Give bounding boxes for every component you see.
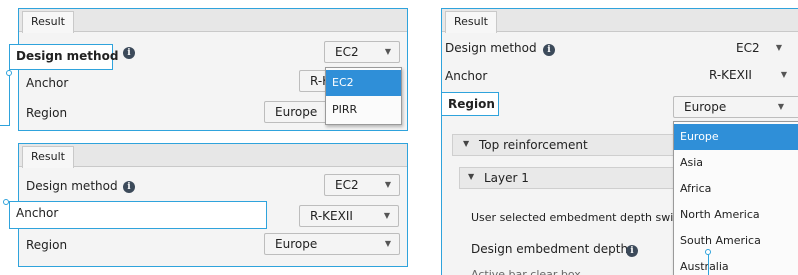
dropdown-option-asia[interactable]: Asia: [674, 150, 798, 176]
callout-connector: [708, 254, 709, 275]
dropdown-option-pirr[interactable]: PIRR: [326, 97, 401, 123]
anchor-label: Anchor: [445, 69, 488, 83]
caret-down-icon: ▼: [383, 211, 390, 220]
info-icon[interactable]: i: [543, 44, 555, 56]
info-icon[interactable]: i: [123, 181, 135, 193]
design-method-value: EC2: [335, 45, 359, 59]
dropdown-option-south-america[interactable]: South America: [674, 228, 798, 254]
design-method-select[interactable]: EC2 ▼: [324, 174, 400, 196]
dropdown-option-ec2[interactable]: EC2: [326, 70, 401, 96]
region-value: Europe: [275, 105, 318, 119]
region-select[interactable]: Europe ▼: [264, 233, 400, 255]
region-select[interactable]: Europe ▼: [673, 96, 798, 118]
caret-down-icon: ▼: [775, 43, 782, 52]
region-value: Europe: [684, 100, 727, 114]
design-method-dropdown[interactable]: EC2 PIRR: [325, 67, 402, 125]
caret-down-icon: ▼: [777, 102, 784, 111]
caret-down-icon: ▼: [780, 70, 787, 79]
dropdown-option-north-america[interactable]: North America: [674, 202, 798, 228]
region-value: Europe: [275, 237, 318, 251]
caret-down-icon: ▼: [384, 239, 391, 248]
anchor-value: R-KEXII: [709, 68, 752, 82]
info-icon[interactable]: i: [626, 245, 638, 257]
design-method-callout: Design method: [9, 44, 118, 70]
design-method-label: Design method: [445, 41, 537, 55]
region-dropdown[interactable]: Europe Asia Africa North America South A…: [673, 121, 798, 275]
region-select[interactable]: Europe: [264, 101, 334, 123]
anchor-value: R-KEXII: [310, 209, 353, 223]
section-title: Top reinforcement: [479, 138, 588, 152]
design-method-label: Design method: [26, 179, 118, 193]
dropdown-option-australia[interactable]: Australia: [674, 254, 798, 275]
callout-connector: [9, 70, 10, 125]
section-title: Layer 1: [484, 171, 529, 185]
callout-anchor-dot: [705, 249, 711, 255]
layer-section[interactable]: ▼ Layer 1: [459, 167, 692, 189]
callout-connector: [0, 125, 10, 126]
design-method-value: EC2: [335, 178, 359, 192]
info-icon[interactable]: i: [123, 47, 135, 59]
triangle-down-icon: ▼: [468, 172, 475, 181]
region-label: Region: [26, 238, 68, 252]
dropdown-option-europe[interactable]: Europe: [674, 124, 798, 150]
design-method-value: EC2: [736, 41, 760, 55]
anchor-select[interactable]: R-KEXII ▼: [699, 65, 798, 87]
panel-region: Result Design method i EC2 ▼ Anchor R-KE…: [441, 8, 798, 275]
design-method-select[interactable]: EC2 ▼: [324, 41, 400, 63]
user-selected-label: User selected embedment depth swit: [471, 211, 678, 224]
top-reinforcement-section[interactable]: ▼ Top reinforcement: [452, 134, 692, 156]
caret-down-icon: ▼: [384, 180, 391, 189]
anchor-label: Anchor: [26, 76, 69, 90]
callout-anchor-dot: [6, 70, 12, 76]
anchor-select[interactable]: R-KEXII ▼: [299, 205, 399, 227]
dropdown-option-africa[interactable]: Africa: [674, 176, 798, 202]
design-method-select[interactable]: EC2 ▼: [726, 38, 798, 60]
region-label: Region: [26, 106, 68, 120]
callout-anchor-dot: [3, 199, 9, 205]
triangle-down-icon: ▼: [463, 139, 470, 148]
region-callout: Region: [441, 92, 499, 116]
anchor-callout: Anchor: [9, 201, 267, 229]
caret-down-icon: ▼: [384, 47, 391, 56]
cutoff-label: Active bar clear box: [471, 268, 581, 275]
design-embedment-label: Design embedment depth: [471, 242, 629, 256]
